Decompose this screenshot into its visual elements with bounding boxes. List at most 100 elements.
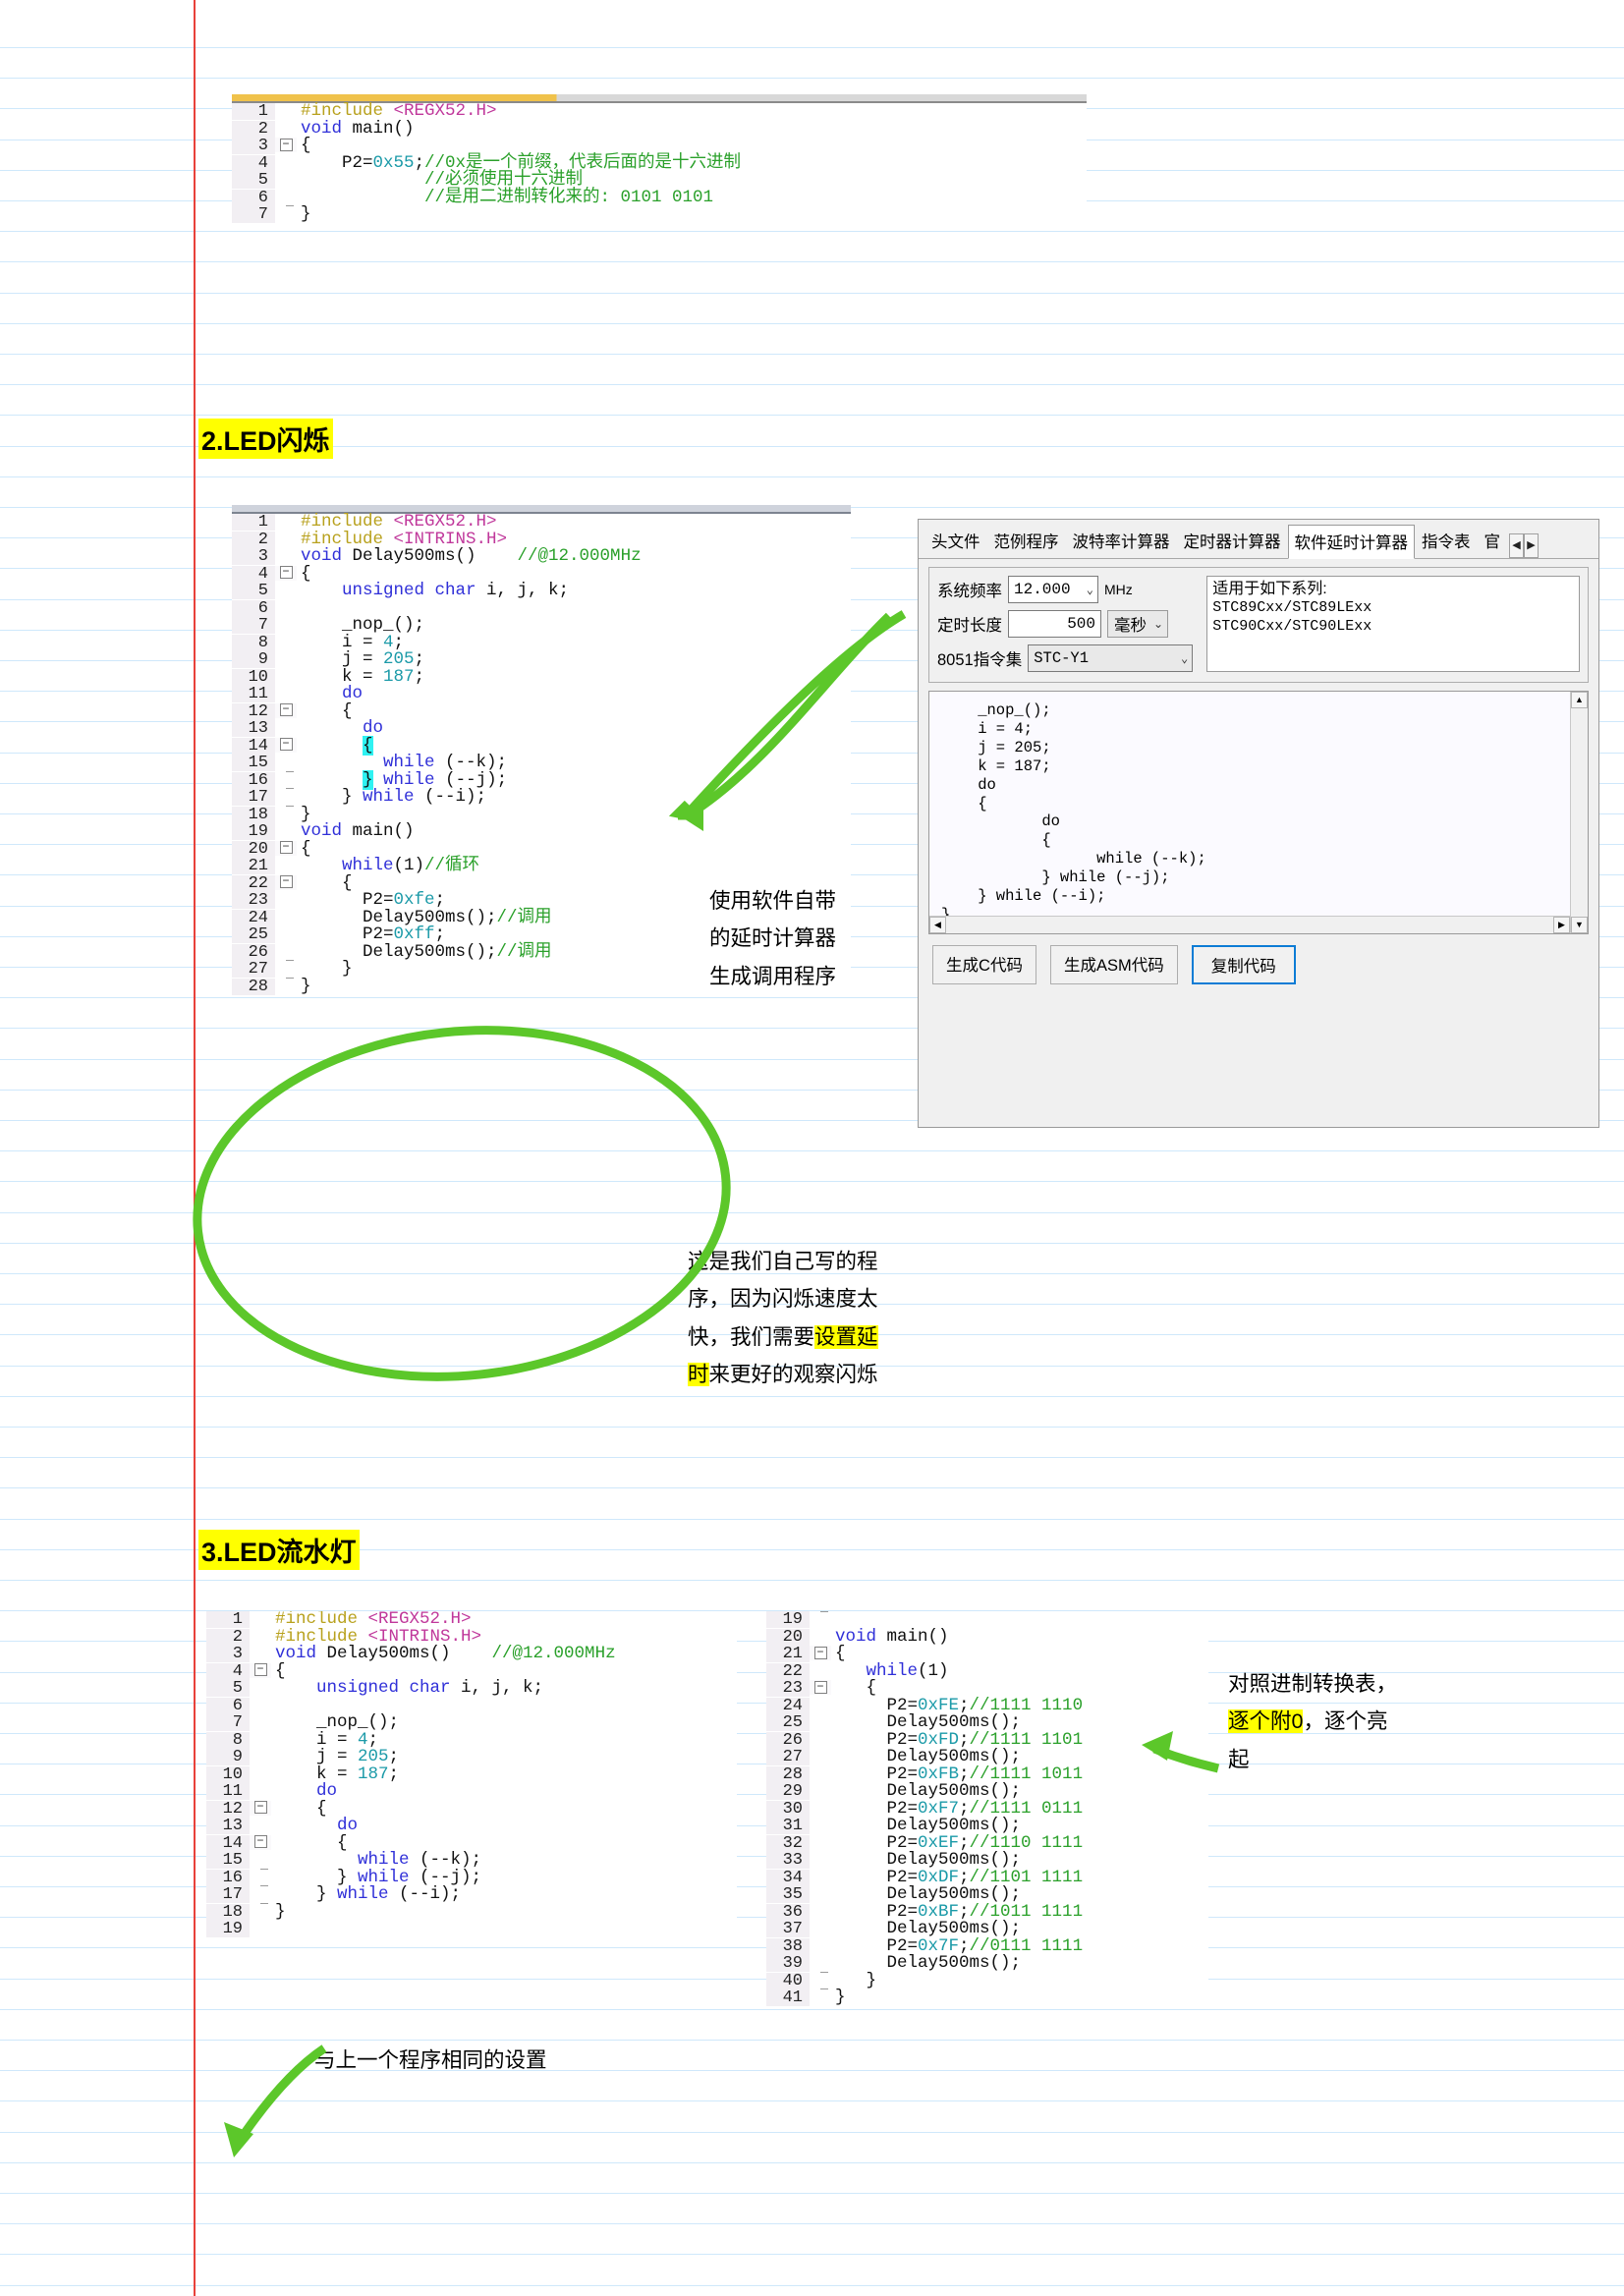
fold-marker[interactable]: − — [275, 702, 297, 718]
line-number: 5 — [232, 583, 275, 599]
system-frequency-select[interactable]: 12.000 ⌄ — [1008, 576, 1098, 603]
code-editor-basic-p2[interactable]: 1 #include <REGX52.H> 2 void main() 3−{4 P2=… — [232, 94, 1087, 224]
line-number: 32 — [766, 1834, 810, 1852]
annotation-delay-calculator: 使用软件自带 的延时计算器 生成调用程序 — [709, 882, 916, 995]
code-line[interactable]: 39 Delay500ms(); — [766, 1954, 1208, 1973]
tab-scroll-right-icon[interactable]: ▶ — [1524, 533, 1539, 558]
code-line[interactable]: 20 void main() — [766, 1628, 1208, 1647]
dialog-button-0[interactable]: 生成C代码 — [932, 945, 1036, 984]
delay-length-input[interactable]: 500 — [1008, 610, 1101, 638]
code-line[interactable]: 19 void main() — [232, 822, 851, 841]
fold-collapse-icon[interactable]: − — [253, 1835, 267, 1849]
dialog-button-2[interactable]: 复制代码 — [1191, 945, 1296, 984]
line-number: 21 — [232, 858, 275, 874]
dialog-tab-3[interactable]: 定时器计算器 — [1177, 524, 1288, 558]
dialog-tab-1[interactable]: 范例程序 — [987, 524, 1066, 558]
code-line[interactable]: 3 void Delay500ms() //@12.000MHz — [206, 1645, 737, 1663]
preview-horizontal-scrollbar[interactable]: ◀ ▶ — [929, 916, 1570, 933]
line-number: 20 — [766, 1628, 810, 1646]
dialog-tab-strip[interactable]: 头文件 范例程序 波特率计算器 定时器计算器 软件延时计算器 指令表官 ◀ ▶ — [919, 520, 1598, 559]
scroll-right-icon[interactable]: ▶ — [1553, 917, 1570, 933]
fold-marker[interactable]: − — [810, 1680, 831, 1695]
code-line[interactable]: 40 } — [766, 1971, 1208, 1990]
generated-code-preview[interactable]: _nop_(); i = 4; j = 205; k = 187; do { d… — [928, 691, 1589, 934]
rule-line — [0, 47, 1624, 48]
fold-collapse-icon[interactable]: − — [279, 703, 293, 717]
code-line[interactable]: 2 void main() — [232, 120, 1087, 139]
rule-line — [0, 1487, 1624, 1489]
code-line[interactable]: 19 — [766, 1611, 1208, 1629]
code-lines[interactable]: 1 #include <REGX52.H> 2 #include <INTRINS.H… — [206, 1611, 737, 1938]
line-number: 25 — [232, 926, 275, 943]
code-line[interactable]: 5 unsigned char i, j, k; — [206, 1679, 737, 1698]
fold-marker[interactable]: − — [275, 840, 297, 856]
code-lines[interactable]: 19 20 void main() 21−{22 while(1) 23− {24 P… — [766, 1611, 1208, 2007]
scroll-up-icon[interactable]: ▲ — [1571, 692, 1588, 708]
rule-line — [0, 1580, 1624, 1581]
code-editor-led-flow-delay[interactable]: 1 #include <REGX52.H> 2 #include <INTRINS.H… — [206, 1611, 737, 1938]
code-lines[interactable]: 1 #include <REGX52.H> 2 void main() 3−{4 P2=… — [232, 102, 1087, 224]
stc-isp-dialog[interactable]: 头文件 范例程序 波特率计算器 定时器计算器 软件延时计算器 指令表官 ◀ ▶ 系统频率 12… — [918, 519, 1599, 1128]
rule-line — [0, 2161, 1624, 2163]
code-line[interactable]: 18} — [206, 1902, 737, 1922]
scroll-down-icon[interactable]: ▼ — [1571, 917, 1588, 933]
instruction-set-value: STC-Y1 — [1034, 649, 1090, 667]
line-number: 7 — [206, 1714, 250, 1731]
fold-marker[interactable]: − — [250, 1834, 271, 1850]
dialog-button-row[interactable]: 生成C代码 生成ASM代码 复制代码 — [928, 945, 1589, 984]
fold-collapse-icon[interactable]: − — [253, 1663, 267, 1677]
fold-collapse-icon[interactable]: − — [279, 841, 293, 855]
supported-series-info: 适用于如下系列: STC89Cxx/STC89LExx STC90Cxx/STC… — [1206, 576, 1580, 672]
dialog-tab-5[interactable]: 指令表 — [1415, 524, 1478, 558]
fold-collapse-icon[interactable]: − — [279, 738, 293, 752]
fold-collapse-icon[interactable]: − — [813, 1646, 827, 1659]
dialog-tab-4[interactable]: 软件延时计算器 — [1287, 525, 1415, 559]
fold-collapse-icon[interactable]: − — [253, 1801, 267, 1815]
fold-collapse-icon[interactable]: − — [279, 566, 293, 580]
code-line[interactable]: 17 } while (--i); — [206, 1885, 737, 1904]
code-line[interactable]: 17 } while (--i); — [232, 788, 851, 807]
system-frequency-row: 系统频率 12.000 ⌄ MHz — [937, 576, 1193, 603]
line-number: 14 — [206, 1834, 250, 1852]
dialog-button-1[interactable]: 生成ASM代码 — [1050, 945, 1178, 984]
fold-collapse-icon[interactable]: − — [279, 138, 293, 151]
rule-line — [0, 1150, 1624, 1152]
line-number: 15 — [206, 1852, 250, 1869]
fold-collapse-icon[interactable]: − — [813, 1680, 827, 1694]
dialog-tab-2[interactable]: 波特率计算器 — [1066, 524, 1177, 558]
annotation-line: 这是我们自己写的程 — [688, 1250, 878, 1273]
tab-scroll-buttons[interactable]: ◀ ▶ — [1509, 533, 1539, 558]
fold-marker[interactable]: − — [250, 1800, 271, 1816]
code-line[interactable]: 22 while(1) — [766, 1662, 1208, 1681]
code-editor-led-flow-main[interactable]: 19 20 void main() 21−{22 while(1) 23− {24 P… — [766, 1611, 1208, 2007]
dialog-tab-6[interactable]: 官 — [1478, 524, 1508, 558]
dialog-tab-0[interactable]: 头文件 — [924, 524, 987, 558]
line-number: 5 — [206, 1680, 250, 1697]
code-line[interactable]: 21−{ — [766, 1645, 1208, 1663]
code-line[interactable]: 6 //是用二进制转化来的: 0101 0101 — [232, 189, 1087, 207]
rule-line — [0, 322, 1624, 324]
delay-length-unit-select[interactable]: 毫秒 ⌄ — [1107, 610, 1168, 638]
fold-marker[interactable]: − — [275, 138, 297, 152]
fold-marker[interactable]: − — [275, 737, 297, 753]
line-number: 16 — [232, 771, 275, 789]
tab-scroll-left-icon[interactable]: ◀ — [1509, 533, 1524, 558]
code-line[interactable]: 5 unsigned char i, j, k; — [232, 582, 851, 600]
scroll-left-icon[interactable]: ◀ — [929, 917, 946, 933]
fold-marker[interactable]: − — [275, 874, 297, 890]
arrow-same-settings-icon — [235, 2044, 327, 2145]
fold-marker[interactable]: − — [275, 565, 297, 581]
preview-vertical-scrollbar[interactable]: ▲ ▼ — [1570, 692, 1588, 933]
fold-collapse-icon[interactable]: − — [279, 875, 293, 889]
fold-marker[interactable]: − — [250, 1662, 271, 1678]
code-line[interactable]: 41} — [766, 1988, 1208, 2007]
code-line[interactable]: 19 — [206, 1921, 737, 1938]
code-line[interactable]: 7} — [232, 205, 1087, 224]
fold-marker[interactable]: − — [810, 1646, 831, 1660]
instruction-set-select[interactable]: STC-Y1 ⌄ — [1028, 644, 1194, 672]
line-number: 17 — [232, 789, 275, 806]
code-line[interactable]: 3 void Delay500ms() //@12.000MHz — [232, 547, 851, 566]
system-frequency-value: 12.000 — [1014, 581, 1071, 598]
line-number: 11 — [232, 686, 275, 702]
